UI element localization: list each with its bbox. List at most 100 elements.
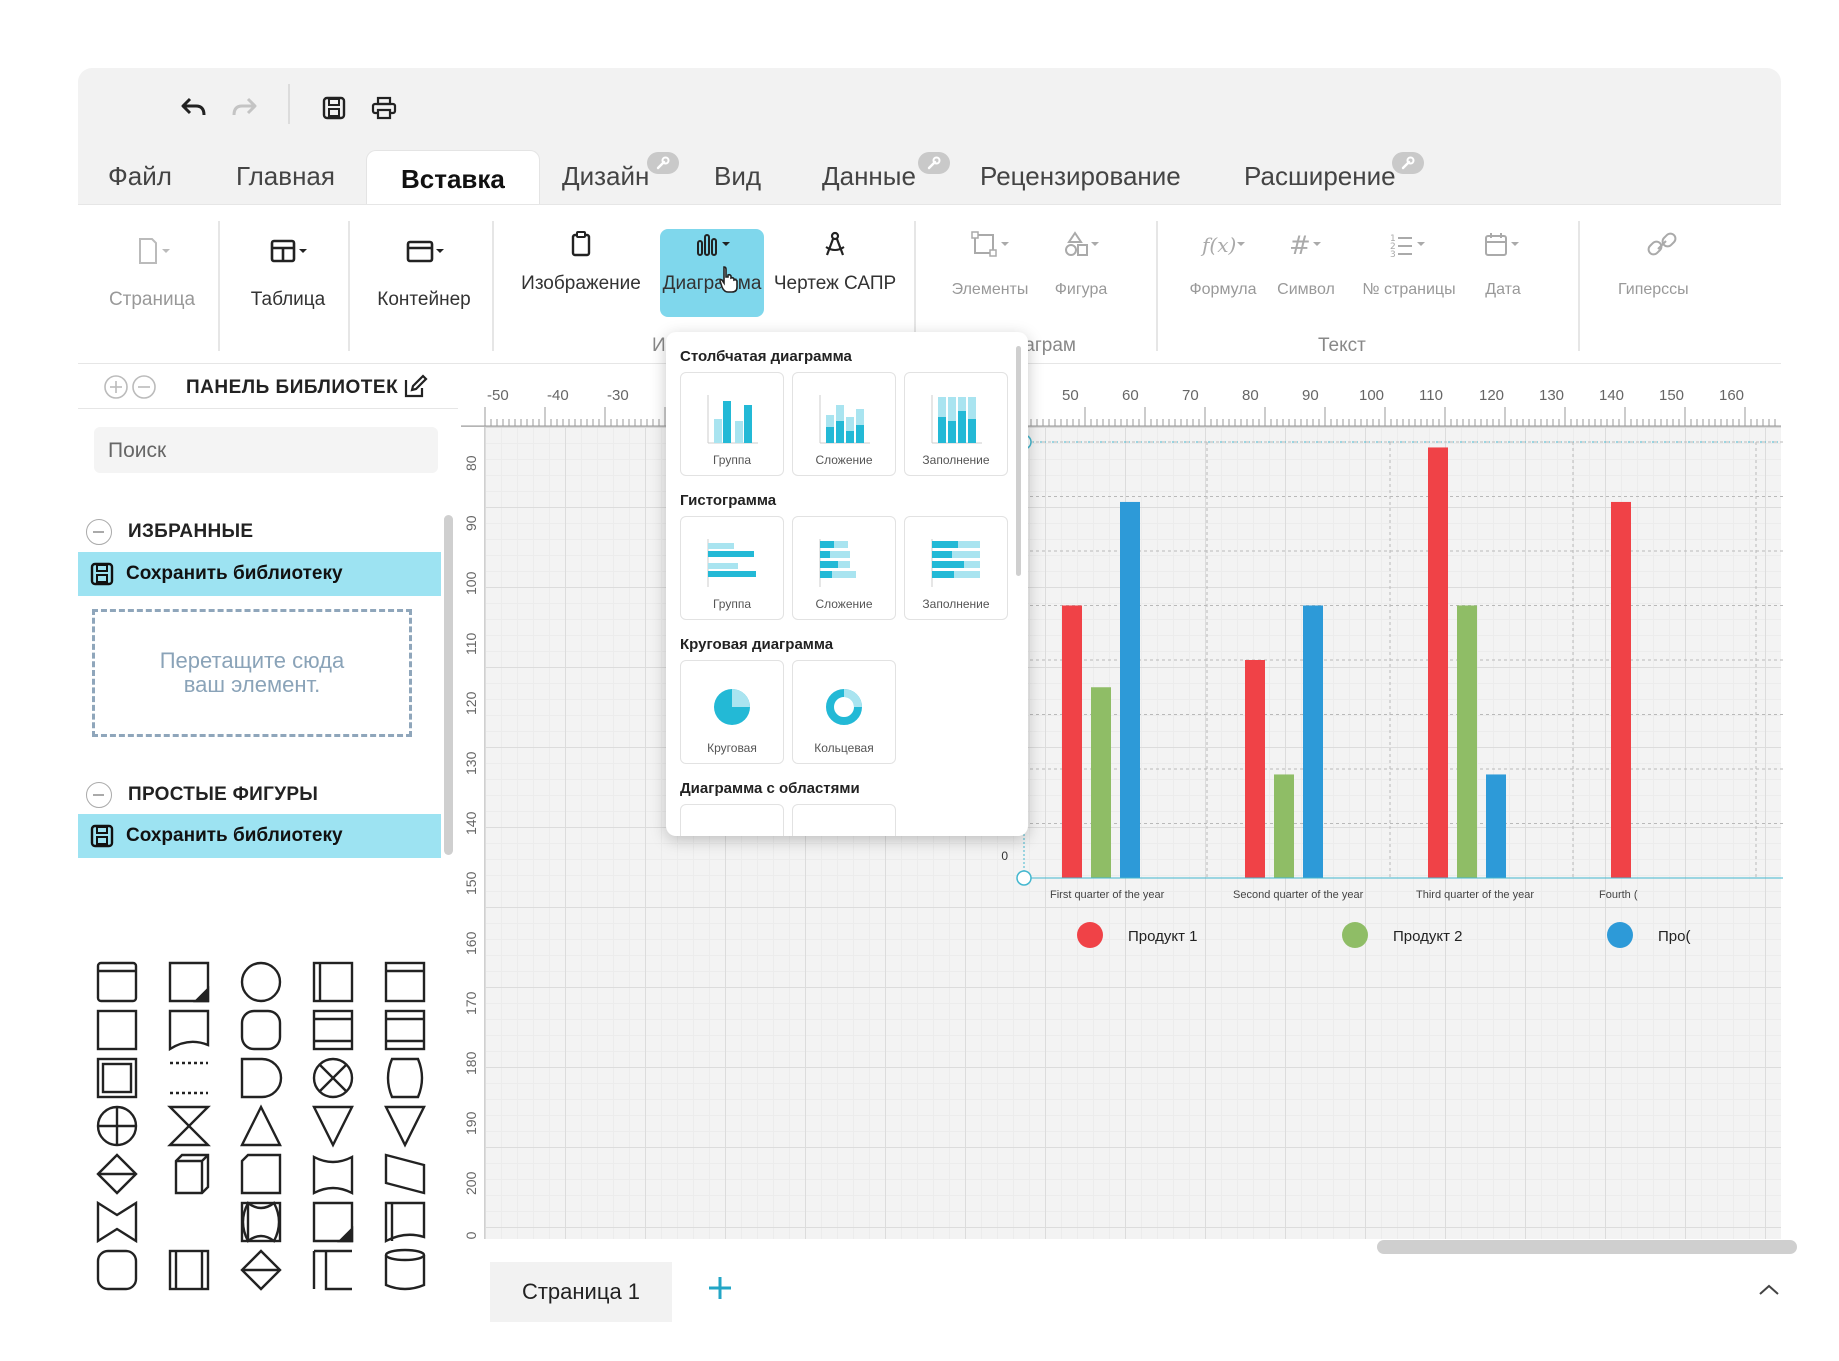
hist-stacked-option[interactable]: Сложение bbox=[792, 516, 896, 620]
image-button[interactable]: Изображение bbox=[506, 229, 656, 295]
page-number-button[interactable]: 123 № страницы bbox=[1354, 229, 1464, 299]
mouse-cursor-icon bbox=[718, 265, 740, 298]
ruler-label: 150 bbox=[463, 871, 479, 895]
simple-shapes-grid[interactable] bbox=[86, 957, 446, 1297]
plus-icon[interactable] bbox=[700, 1268, 740, 1308]
page-button[interactable]: Страница bbox=[104, 235, 200, 311]
table-button[interactable]: Таблица bbox=[238, 235, 338, 311]
ruler-label: 160 bbox=[463, 931, 479, 955]
pie-chart-section-title: Круговая диаграмма bbox=[680, 636, 834, 653]
area-chart-section-title: Диаграмма с областями bbox=[680, 780, 860, 797]
wrench-badge-icon bbox=[647, 152, 679, 174]
wrench-badge-icon bbox=[1392, 152, 1424, 174]
undo-icon[interactable] bbox=[174, 88, 214, 128]
hist-fill-option[interactable]: Заполнение bbox=[904, 516, 1008, 620]
hist-group-label: Группа bbox=[712, 597, 752, 611]
histogram-section-title: Гистограмма bbox=[680, 492, 777, 509]
diagram-button[interactable]: Диаграмма bbox=[652, 229, 772, 295]
ruler-label: 110 bbox=[463, 632, 479, 655]
bar-1-3 bbox=[1428, 447, 1448, 878]
ruler-label: 180 bbox=[463, 1051, 479, 1075]
donut-label: Кольцевая bbox=[814, 741, 874, 755]
library-panel: ПАНЕЛЬ БИБЛИОТЕК Поиск ИЗБРАННЫЕ Сохрани… bbox=[78, 365, 458, 1298]
tab-file[interactable]: Файл bbox=[108, 148, 172, 204]
ribbon-divider bbox=[492, 221, 494, 351]
save-library-label: Сохранить библиотеку bbox=[126, 825, 343, 846]
formula-button[interactable]: f(x) Формула bbox=[1178, 229, 1268, 299]
y-tick-label: 0 bbox=[1001, 849, 1008, 863]
hyperlink-button[interactable]: Гиперссы bbox=[1618, 229, 1718, 299]
ruler-label: 190 bbox=[463, 1111, 479, 1135]
redo-icon[interactable] bbox=[224, 88, 264, 128]
tab-view[interactable]: Вид bbox=[714, 148, 761, 204]
x-tick-label: First quarter of the year bbox=[1050, 889, 1165, 901]
ruler-label: 170 bbox=[463, 991, 479, 1015]
save-library-button[interactable]: Сохранить библиотеку bbox=[78, 814, 441, 858]
bar-group-option[interactable]: Группа bbox=[680, 372, 784, 476]
clipboard-icon bbox=[571, 231, 591, 257]
page-label: Страница bbox=[108, 289, 196, 310]
canvas-horizontal-scrollbar[interactable] bbox=[1377, 1240, 1797, 1254]
bar-chart[interactable]: 800070006000500040003000200010000First q… bbox=[910, 345, 1783, 1153]
library-panel-title: ПАНЕЛЬ БИБЛИОТЕК bbox=[186, 377, 399, 398]
elements-icon bbox=[971, 231, 1009, 257]
bar-stacked-option[interactable]: Сложение bbox=[792, 372, 896, 476]
container-icon bbox=[406, 240, 444, 263]
chevron-up-icon[interactable] bbox=[1758, 1282, 1780, 1301]
x-tick-label: Second quarter of the year bbox=[1233, 889, 1364, 901]
dropdown-scrollbar[interactable] bbox=[1016, 346, 1021, 576]
bar-3-3 bbox=[1486, 774, 1506, 878]
collapse-favorites-icon[interactable] bbox=[86, 519, 112, 545]
ribbon-divider bbox=[1578, 221, 1580, 351]
container-label: Контейнер bbox=[377, 289, 471, 310]
drop-zone[interactable]: Перетащите сюда ваш элемент. bbox=[92, 609, 412, 737]
tab-design[interactable]: Дизайн bbox=[562, 148, 649, 204]
bar-fill-option[interactable]: Заполнение bbox=[904, 372, 1008, 476]
bar-fill-icon bbox=[931, 395, 982, 444]
bar-2-2 bbox=[1274, 774, 1294, 878]
diagram-label: Диаграмма bbox=[662, 273, 762, 294]
shape-button[interactable]: Фигура bbox=[1038, 229, 1124, 299]
area-option[interactable] bbox=[680, 804, 784, 836]
drop-hint-line-1: Перетащите сюда bbox=[159, 648, 345, 673]
pie-option[interactable]: Круговая bbox=[680, 660, 784, 764]
library-scrollbar[interactable] bbox=[444, 515, 453, 855]
bar-stacked-icon bbox=[819, 395, 870, 444]
tab-data[interactable]: Данные bbox=[822, 148, 916, 204]
donut-option[interactable]: Кольцевая bbox=[792, 660, 896, 764]
symbol-button[interactable]: # Символ bbox=[1268, 229, 1344, 299]
pie-icon bbox=[714, 689, 750, 725]
save-library-button[interactable]: Сохранить библиотеку bbox=[78, 552, 441, 596]
save-icon[interactable] bbox=[314, 88, 354, 128]
collapse-simple-shapes-icon[interactable] bbox=[86, 782, 112, 808]
print-icon[interactable] bbox=[364, 88, 404, 128]
library-panel-header: ПАНЕЛЬ БИБЛИОТЕК bbox=[78, 365, 458, 409]
container-button[interactable]: Контейнер bbox=[368, 235, 480, 311]
elements-button[interactable]: Элементы bbox=[940, 229, 1040, 299]
wrench-badge-icon bbox=[918, 152, 950, 174]
date-button[interactable]: Дата bbox=[1468, 229, 1538, 299]
tab-insert[interactable]: Вставка bbox=[366, 150, 540, 206]
tab-extension[interactable]: Расширение bbox=[1244, 148, 1396, 204]
area-stacked-option[interactable] bbox=[792, 804, 896, 836]
bar-stacked-label: Сложение bbox=[815, 453, 873, 467]
pie-label: Круговая bbox=[707, 741, 757, 755]
hist-group-option[interactable]: Группа bbox=[680, 516, 784, 620]
hash-icon: # bbox=[1289, 231, 1321, 261]
ruler-label: -50 bbox=[487, 387, 509, 404]
bar-fill-label: Заполнение bbox=[922, 453, 990, 467]
library-search-input[interactable]: Поиск bbox=[94, 427, 438, 473]
hist-fill-icon bbox=[931, 539, 980, 587]
simple-shapes-title: ПРОСТЫЕ ФИГУРЫ bbox=[128, 784, 319, 805]
edit-icon[interactable] bbox=[402, 374, 428, 400]
tab-home[interactable]: Главная bbox=[236, 148, 335, 204]
ribbon-divider bbox=[218, 221, 220, 351]
tab-review[interactable]: Рецензирование bbox=[980, 148, 1181, 204]
image-label: Изображение bbox=[521, 273, 641, 294]
ribbon-divider bbox=[1156, 221, 1158, 351]
table-icon bbox=[270, 239, 307, 263]
expand-collapse-icon[interactable] bbox=[104, 373, 164, 403]
page-tab-1[interactable]: Страница 1 bbox=[490, 1262, 672, 1322]
cad-drawing-button[interactable]: Чертеж САПР bbox=[770, 229, 900, 295]
page-number-label: № страницы bbox=[1362, 281, 1456, 298]
